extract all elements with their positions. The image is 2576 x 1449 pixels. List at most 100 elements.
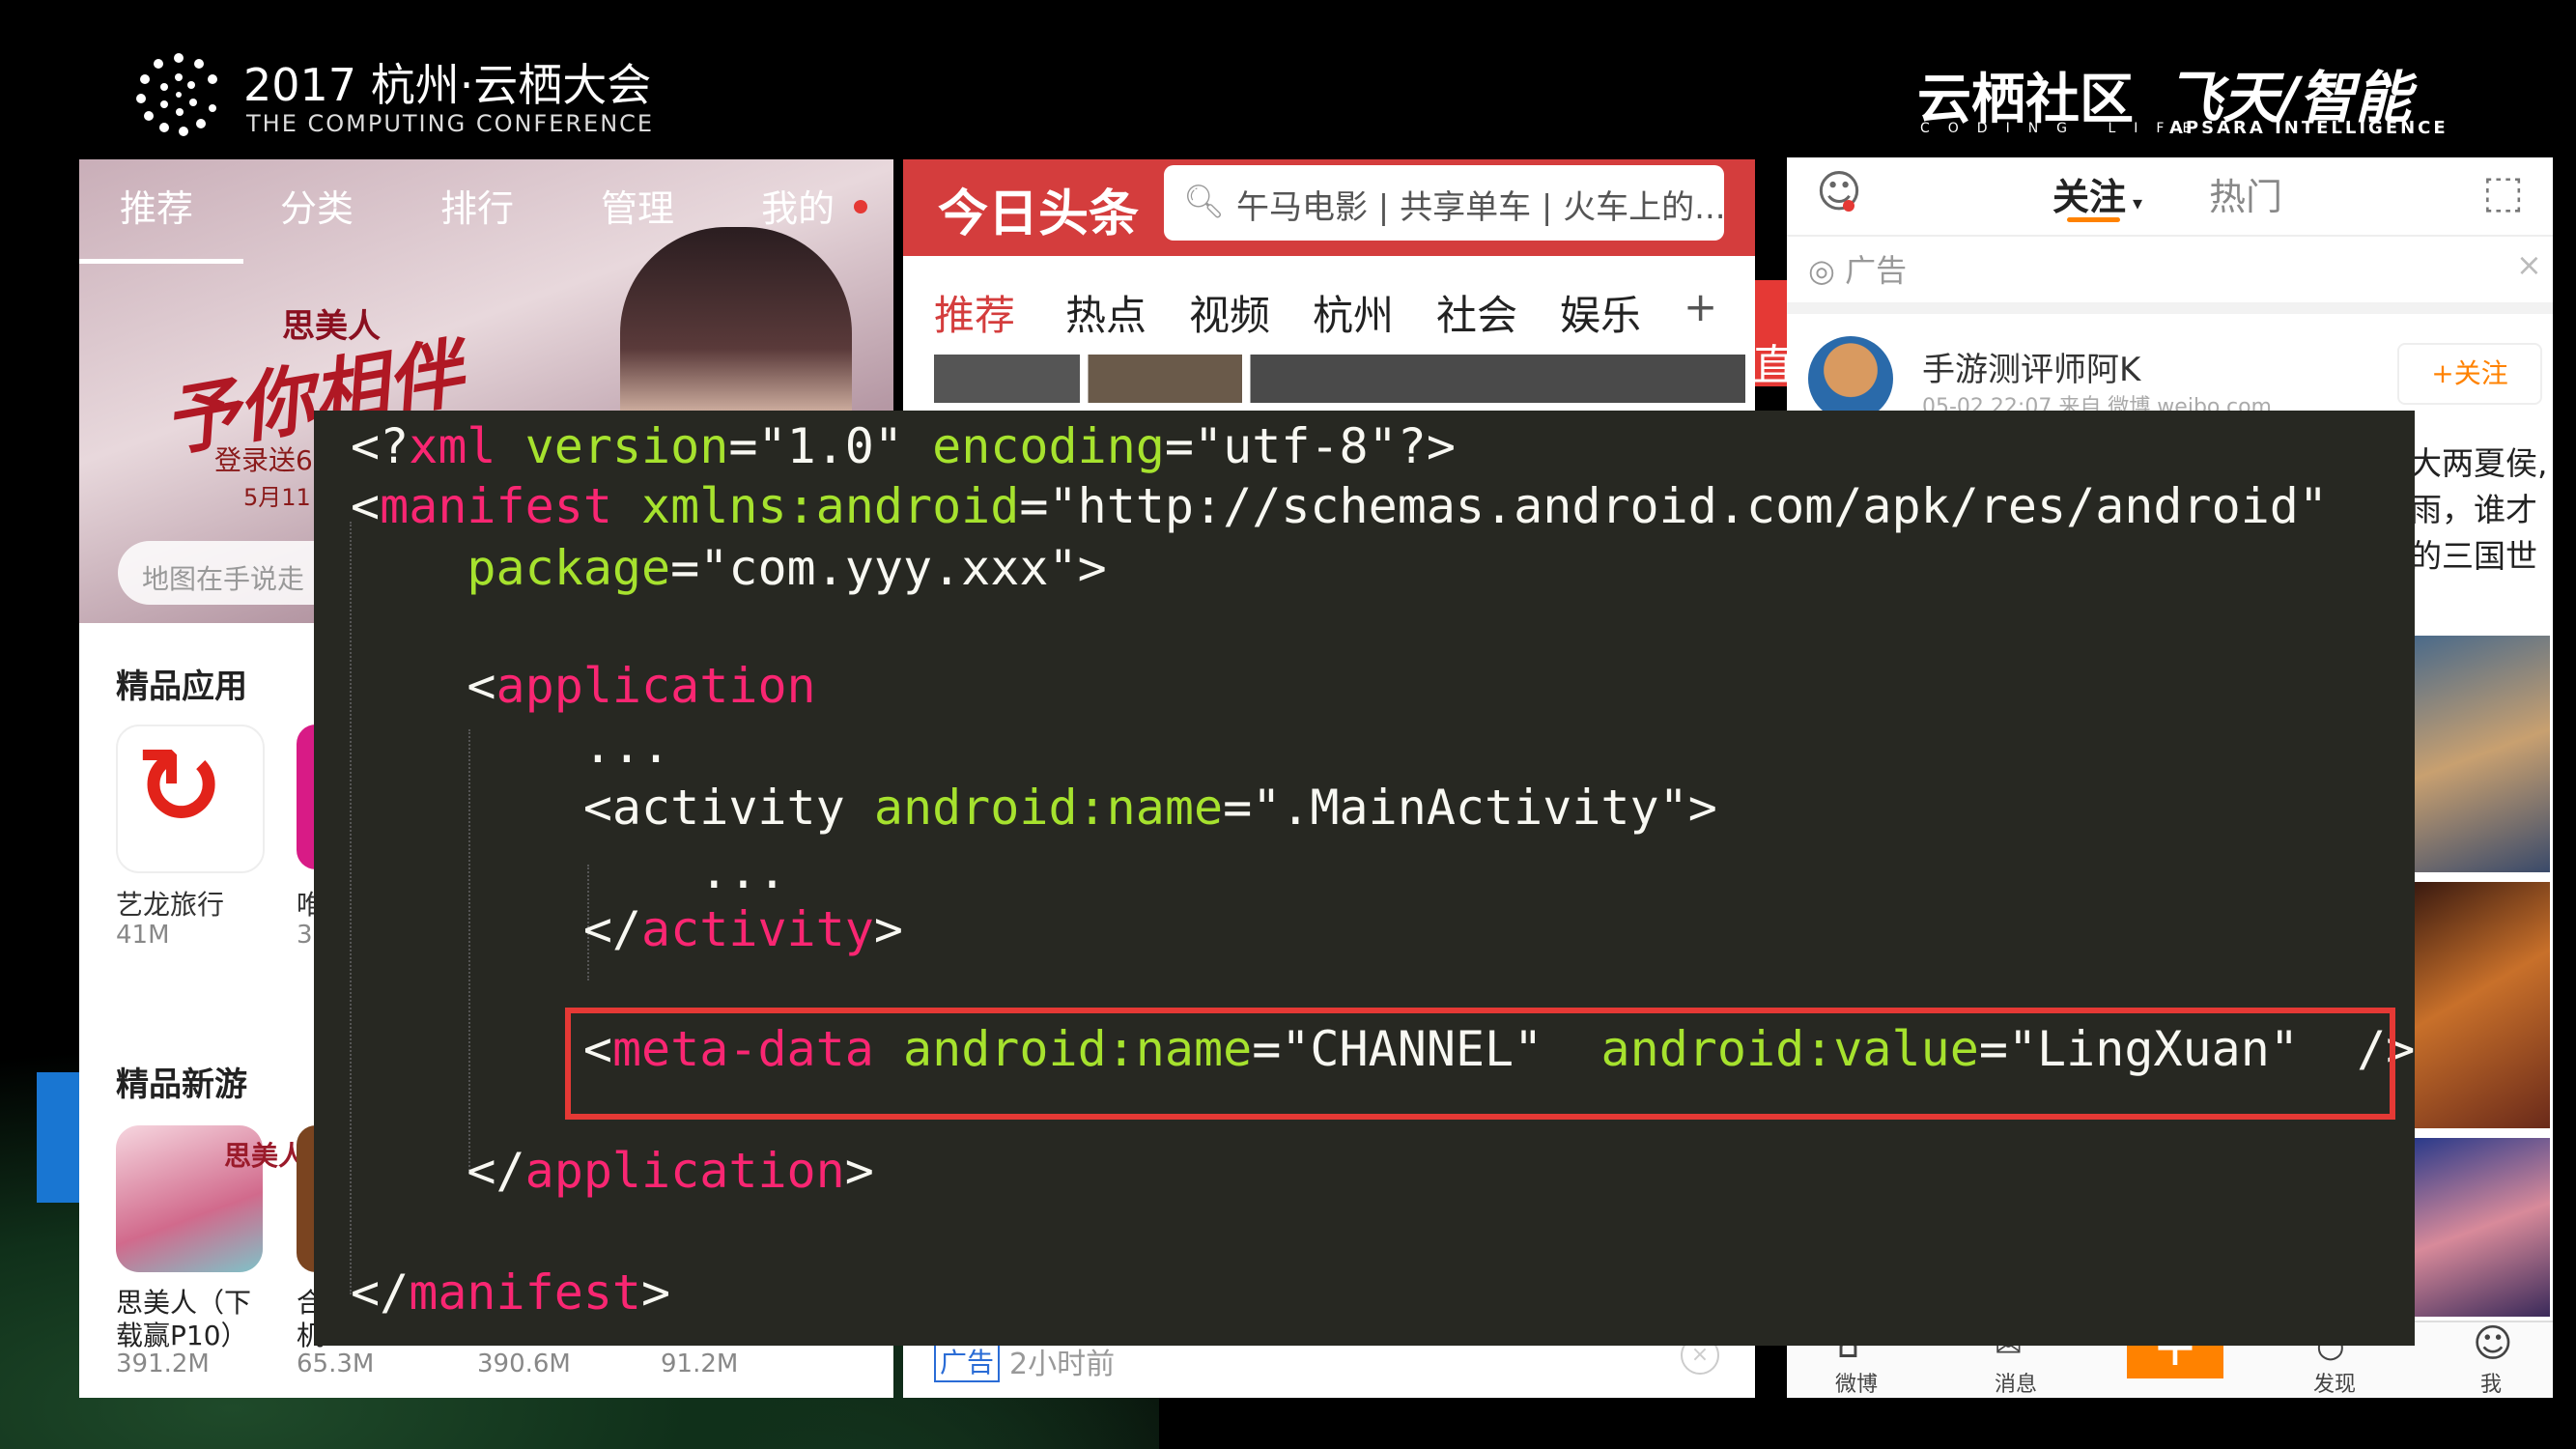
code-token-str: "utf-8"	[1194, 418, 1398, 474]
notification-dot	[854, 200, 867, 213]
user-name[interactable]: 手游测评师阿K	[1922, 343, 2140, 390]
code-token-pun: =	[670, 540, 700, 596]
post-text: 的三国世	[2410, 537, 2537, 575]
code-token-pun: </	[351, 901, 642, 957]
nav-recommend[interactable]: 推荐	[934, 283, 1015, 342]
tab-messages[interactable]: 消息	[1995, 1367, 2037, 1398]
notification-dot	[1843, 200, 1854, 212]
profile-icon[interactable]: ☺	[2473, 1321, 2513, 1366]
code-line: </application>	[351, 1143, 874, 1199]
code-token-tag: application	[495, 658, 816, 714]
game-size: 390.6M	[477, 1350, 571, 1378]
nav-hot[interactable]: 热点	[1065, 283, 1146, 342]
tab-category[interactable]: 分类	[280, 179, 354, 246]
toutiao-logo: 今日头条	[938, 185, 1140, 243]
scan-icon[interactable]: ⬚	[2482, 165, 2524, 217]
conference-logo-icon	[136, 53, 217, 136]
tab-mine[interactable]: 我的	[761, 179, 835, 246]
nav-entertainment[interactable]: 娱乐	[1560, 283, 1641, 342]
nav-society[interactable]: 社会	[1436, 283, 1517, 342]
android-manifest-code: <?xml version="1.0" encoding="utf-8"?> <m…	[314, 411, 2415, 1346]
tab-follow[interactable]: 关注 ▾	[2052, 167, 2142, 220]
post-image[interactable]	[2415, 882, 2550, 1128]
ad-badge: 广告	[934, 1340, 1001, 1382]
code-line: </manifest>	[351, 1264, 670, 1321]
code-token-pun: >	[844, 1143, 874, 1199]
ad-label: ◎ 广告	[1808, 252, 1908, 289]
code-token-pun	[496, 418, 525, 474]
follow-button[interactable]: +关注	[2397, 343, 2542, 405]
code-line: <application	[351, 658, 816, 714]
code-token-pun	[903, 418, 932, 474]
code-token-attr: encoding	[932, 418, 1165, 474]
code-token-attr: package	[467, 540, 671, 596]
post-text: 大两夏侯,	[2410, 444, 2548, 482]
code-token-pun: >	[873, 901, 903, 957]
close-icon[interactable]: ×	[2516, 246, 2542, 283]
search-placeholder: 地图在手说走	[142, 563, 305, 595]
location-pin-icon: ◎	[1808, 252, 1846, 289]
code-token-str: "http://schemas.android.com/apk/res/andr…	[1048, 478, 2329, 534]
code-token-pun: <activity	[351, 780, 874, 836]
code-token-pun: <	[351, 478, 381, 534]
code-token-pun: ?>	[1397, 418, 1456, 474]
code-token-pun	[612, 478, 641, 534]
user-icon[interactable]: ☺	[1816, 165, 1862, 217]
avatar[interactable]	[1808, 336, 1893, 421]
active-tab-indicator	[2067, 217, 2120, 222]
code-token-str: ".MainActivity"	[1252, 780, 1688, 836]
code-token-pun	[351, 540, 467, 596]
tab-me[interactable]: 我	[2480, 1367, 2502, 1398]
tab-ranking[interactable]: 排行	[440, 179, 514, 246]
nav-video[interactable]: 视频	[1189, 283, 1270, 342]
code-token-pun: =	[728, 418, 758, 474]
app-store-tabs: 推荐 分类 排行 管理 我的	[79, 179, 893, 246]
tab-manage[interactable]: 管理	[601, 179, 674, 246]
tab-weibo[interactable]: 微博	[1835, 1367, 1878, 1398]
code-token-tag: activity	[641, 901, 874, 957]
banner-login-text: 登录送6	[214, 444, 313, 476]
code-line: ...	[351, 718, 670, 774]
code-token-attr: xmlns:android	[641, 478, 1020, 534]
channel-meta-data-highlight	[565, 1008, 2395, 1120]
code-token-pun: >	[1077, 540, 1107, 596]
add-channel-icon[interactable]: +	[1684, 283, 1717, 330]
blue-side-tab	[37, 1072, 79, 1203]
tab-hot[interactable]: 热门	[2209, 167, 2282, 220]
code-token-tag: xml	[409, 418, 496, 474]
game-name: 载赢P10）	[116, 1320, 248, 1351]
app-size: 3	[297, 921, 313, 950]
news-thumbnails[interactable]	[934, 355, 1745, 403]
code-line: <?xml version="1.0" encoding="utf-8"?>	[351, 418, 1456, 474]
apsara-slogan: APSARA INTELLIGENCE	[2169, 118, 2449, 138]
post-text: 雨，谁才	[2410, 491, 2537, 528]
search-icon: 🔍︎	[1183, 183, 1226, 221]
game-size: 91.2M	[661, 1350, 739, 1378]
app-size: 41M	[116, 921, 170, 950]
nav-hangzhou[interactable]: 杭州	[1313, 283, 1394, 342]
code-token-pun: </	[351, 1143, 525, 1199]
section-title-games: 精品新游	[116, 1065, 247, 1104]
code-line: <activity android:name=".MainActivity">	[351, 780, 1717, 836]
code-token-pun: ...	[351, 843, 787, 899]
divider	[1787, 235, 2553, 237]
code-token-pun: =	[1223, 780, 1253, 836]
tab-recommend[interactable]: 推荐	[120, 179, 193, 246]
code-token-pun: =	[1019, 478, 1049, 534]
active-tab-indicator	[79, 259, 243, 264]
game-size: 391.2M	[116, 1350, 210, 1378]
game-icon-logo: 思美人	[224, 1140, 306, 1172]
code-line: ...	[351, 843, 787, 899]
ad-time: 2小时前	[1009, 1348, 1116, 1381]
tab-discover[interactable]: 发现	[2313, 1367, 2356, 1398]
code-token-tag: manifest	[380, 478, 612, 534]
app-name: 艺龙旅行	[116, 889, 225, 921]
code-token-tag: application	[524, 1143, 845, 1199]
code-token-str: "com.yyy.xxx"	[699, 540, 1078, 596]
code-token-pun: >	[641, 1264, 671, 1321]
code-line: package="com.yyy.xxx">	[351, 540, 1107, 596]
post-image[interactable]	[2415, 636, 2550, 872]
search-text: 午马电影 | 共享单车 | 火车上的...	[1236, 188, 1726, 227]
code-token-pun: <	[351, 658, 496, 714]
post-image[interactable]	[2415, 1138, 2550, 1317]
